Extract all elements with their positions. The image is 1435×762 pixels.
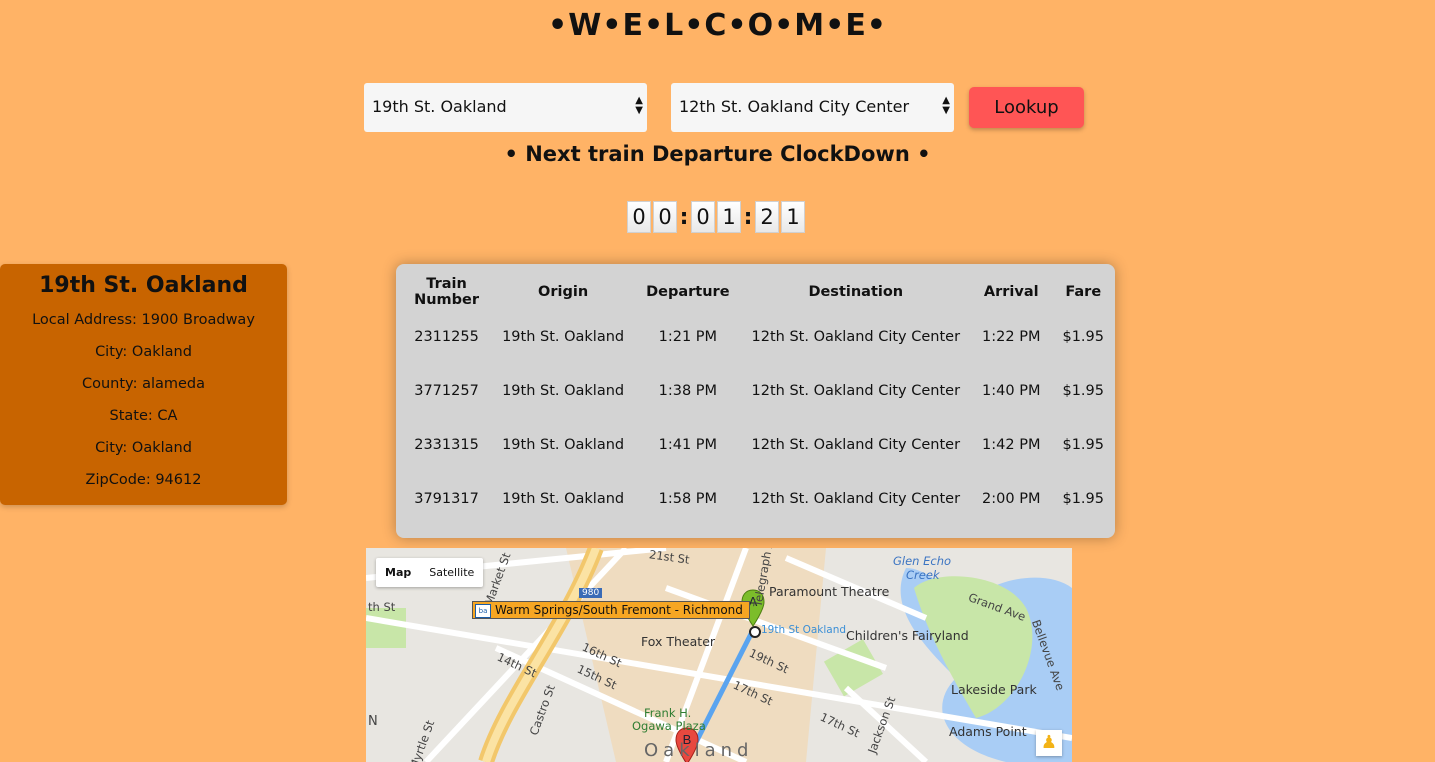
station-address: Local Address: 1900 Broadway <box>32 312 255 328</box>
table-cell: 3771257 <box>414 383 479 399</box>
map-label: Children's Fairyland <box>846 628 969 643</box>
column-header: Arrival <box>983 284 1039 300</box>
table-cell: $1.95 <box>1062 437 1104 453</box>
station-info-card: 19th St. Oakland Local Address: 1900 Bro… <box>0 264 287 505</box>
clock-separator: : <box>679 204 689 230</box>
clock-digit: 0 <box>691 201 715 233</box>
table-cell: 1:21 PM <box>658 329 718 345</box>
station-city: City: Oakland <box>95 344 192 360</box>
map-label: Adams Point <box>949 724 1027 739</box>
destination-select-value: 12th St. Oakland City Center <box>679 97 910 116</box>
table-cell: 1:58 PM <box>658 491 718 507</box>
table-cell: 12th St. Oakland City Center <box>751 383 961 399</box>
street-view-pegman-icon[interactable]: ♟ <box>1036 730 1062 756</box>
table-cell: 2:00 PM <box>982 491 1041 507</box>
clock-digit: 1 <box>781 201 805 233</box>
select-arrows-icon: ▲ ▼ <box>942 95 950 116</box>
table-cell: 19th St. Oakland <box>502 383 625 399</box>
map-label: Glen Echo <box>893 554 952 568</box>
station-city-repeat: City: Oakland <box>95 440 192 456</box>
table-cell: 19th St. Oakland <box>502 491 625 507</box>
column-header: Train Number <box>414 276 479 308</box>
select-arrows-icon: ▲ ▼ <box>635 95 643 116</box>
clock-digit: 0 <box>653 201 677 233</box>
clock-digit: 0 <box>627 201 651 233</box>
origin-select[interactable]: 19th St. Oakland ▲ ▼ <box>364 83 647 132</box>
table-row: 3791317 19th St. Oakland 1:58 PM 12th St… <box>402 472 1115 526</box>
table-cell: 12th St. Oakland City Center <box>751 491 961 507</box>
table-cell: 1:41 PM <box>658 437 718 453</box>
table-cell: $1.95 <box>1062 383 1104 399</box>
map-label: Fox Theater <box>641 634 716 649</box>
table-row: 2331315 19th St. Oakland 1:41 PM 12th St… <box>402 418 1115 472</box>
destination-select[interactable]: 12th St. Oakland City Center ▲ ▼ <box>671 83 954 132</box>
origin-select-value: 19th St. Oakland <box>372 97 507 116</box>
table-cell: 1:40 PM <box>982 383 1041 399</box>
welcome-title: •W•E•L•C•O•M•E• <box>548 8 887 43</box>
table-cell: 12th St. Oakland City Center <box>751 329 961 345</box>
column-header: Origin <box>538 284 589 300</box>
table-cell: 2331315 <box>414 437 479 453</box>
station-zipcode: ZipCode: 94612 <box>85 472 202 488</box>
station-state: State: CA <box>109 408 178 424</box>
map-label: 19th St Oakland <box>761 624 847 636</box>
map-type-map-button[interactable]: Map <box>376 558 420 587</box>
table-cell: 19th St. Oakland <box>502 329 625 345</box>
map-label: Frank H. <box>644 706 692 720</box>
table-cell: 12th St. Oakland City Center <box>751 437 961 453</box>
clock-digit: 1 <box>717 201 741 233</box>
table-cell: 1:42 PM <box>982 437 1041 453</box>
map-label: 980 <box>579 588 603 598</box>
station-name: 19th St. Oakland <box>39 273 248 298</box>
schedule-table-card: Train Number Origin Departure Destinatio… <box>396 264 1115 538</box>
table-cell: 2311255 <box>414 329 479 345</box>
route-label-text: Warm Springs/South Fremont - Richmond <box>495 603 743 617</box>
clock-separator: : <box>743 204 753 230</box>
table-cell: $1.95 <box>1062 491 1104 507</box>
lookup-button[interactable]: Lookup <box>969 87 1084 128</box>
map-label: Paramount Theatre <box>769 584 890 599</box>
table-header-row: Train Number Origin Departure Destinatio… <box>402 274 1115 310</box>
map-label: th St <box>368 600 396 614</box>
table-cell: 19th St. Oakland <box>502 437 625 453</box>
schedule-table: Train Number Origin Departure Destinatio… <box>402 274 1115 526</box>
bart-logo-icon: ba <box>475 604 491 618</box>
table-row: 2311255 19th St. Oakland 1:21 PM 12th St… <box>402 310 1115 364</box>
table-cell: $1.95 <box>1062 329 1104 345</box>
column-header: Fare <box>1065 284 1102 300</box>
column-header: Destination <box>808 284 904 300</box>
table-cell: 1:38 PM <box>658 383 718 399</box>
route-map[interactable]: Map Satellite ba Warm Springs/South Frem… <box>366 548 1072 762</box>
map-label: Creek <box>906 568 940 582</box>
station-dot-icon <box>749 626 761 638</box>
station-county: County: alameda <box>81 376 206 392</box>
clock-digit: 2 <box>755 201 779 233</box>
map-label: Ogawa Plaza <box>632 719 706 733</box>
table-row: 3771257 19th St. Oakland 1:38 PM 12th St… <box>402 364 1115 418</box>
table-cell: 3791317 <box>414 491 479 507</box>
map-label: N <box>368 714 378 729</box>
column-header: Departure <box>646 284 730 300</box>
map-type-toggle[interactable]: Map Satellite <box>376 558 484 587</box>
countdown-clock: 0 0 : 0 1 : 2 1 <box>627 201 807 233</box>
countdown-title: • Next train Departure ClockDown • <box>504 142 931 166</box>
map-type-satellite-button[interactable]: Satellite <box>420 558 483 587</box>
route-info-window[interactable]: ba Warm Springs/South Fremont - Richmond <box>472 601 750 619</box>
map-label: Oakland <box>644 740 754 761</box>
table-cell: 1:22 PM <box>982 329 1041 345</box>
park-area <box>366 608 406 648</box>
map-label: Lakeside Park <box>951 682 1037 697</box>
